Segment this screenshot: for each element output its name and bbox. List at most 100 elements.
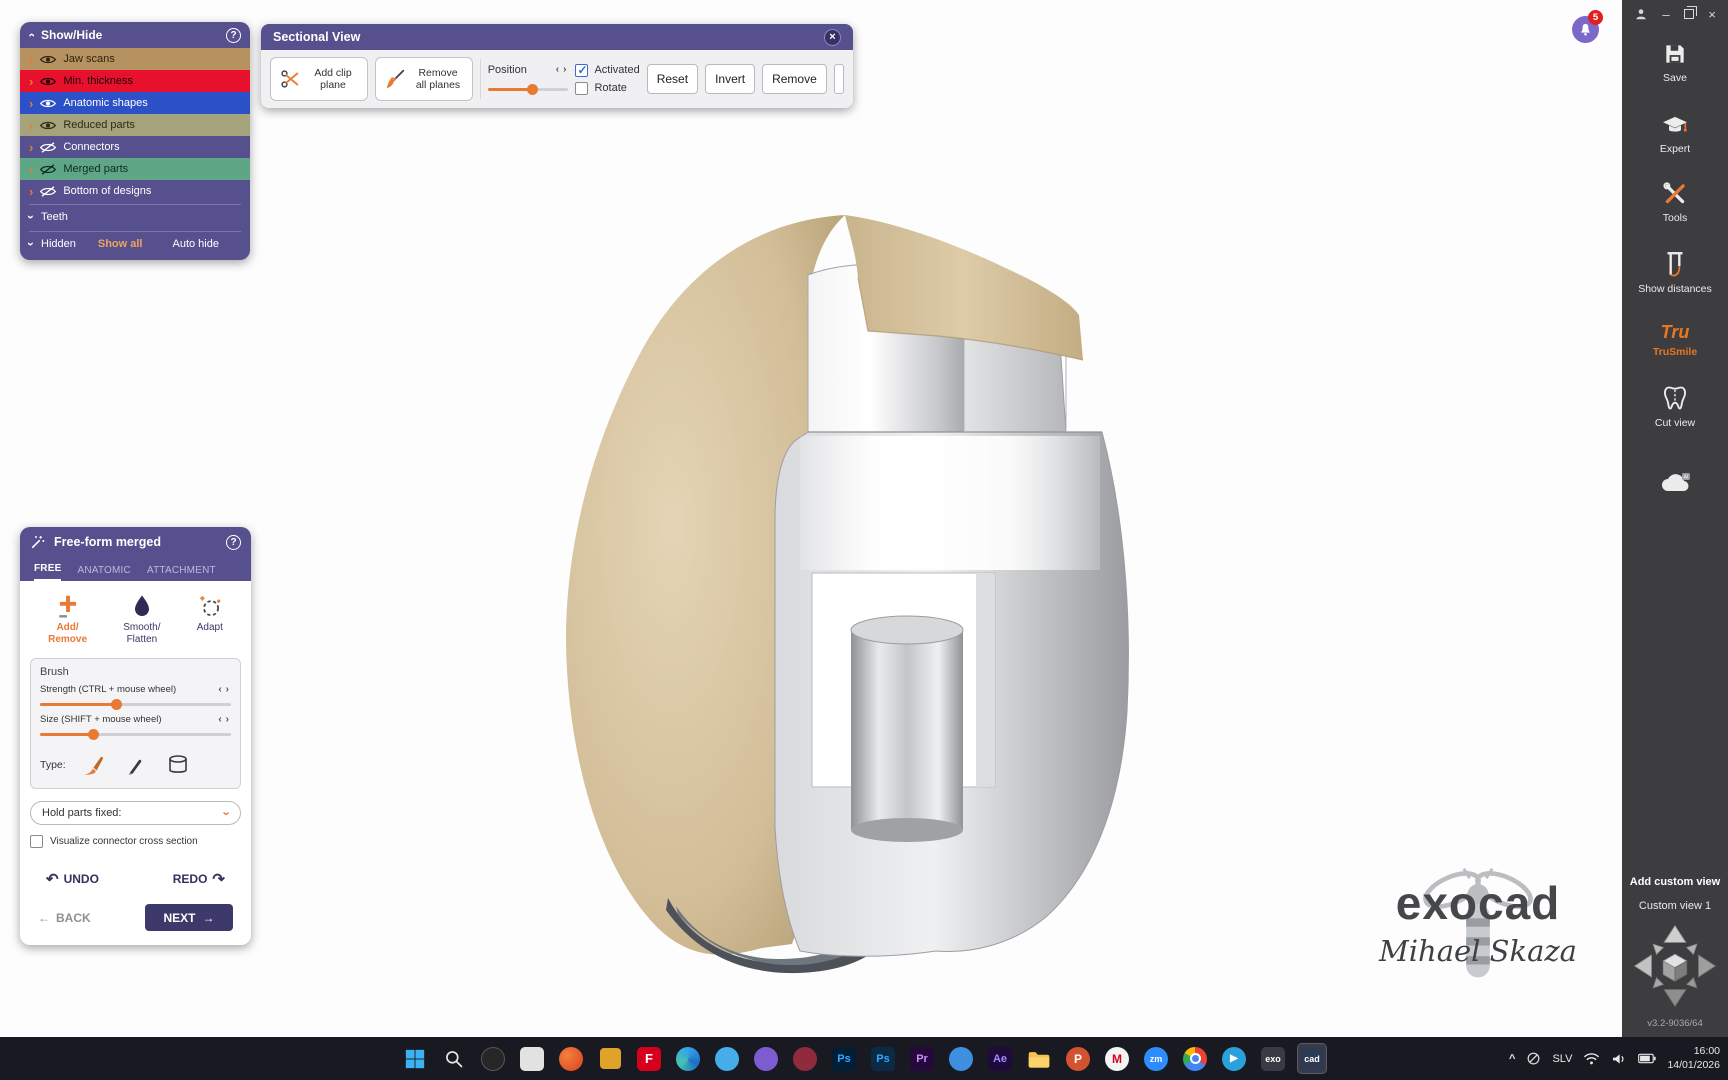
layer-row-reduced-parts[interactable]: › Reduced parts <box>20 114 250 136</box>
trusmile-button[interactable]: Tru TruSmile <box>1653 323 1697 358</box>
position-slider[interactable] <box>488 84 569 95</box>
show-distances-button[interactable]: Show distances <box>1638 250 1712 295</box>
strength-slider[interactable] <box>40 699 231 710</box>
taskbar-app-aftereffects[interactable]: Ae <box>985 1043 1015 1074</box>
visibility-eye-off-icon[interactable] <box>40 186 56 197</box>
tools-button[interactable]: Tools <box>1662 181 1688 224</box>
language-indicator[interactable]: SLV <box>1552 1053 1572 1065</box>
restore-window-button[interactable] <box>1684 9 1694 19</box>
taskbar-app-chrome[interactable] <box>1180 1043 1210 1074</box>
cloud-ai-button[interactable]: AI <box>1660 471 1690 493</box>
taskbar-app-amber[interactable] <box>595 1043 625 1074</box>
custom-view-1-button[interactable]: Custom view 1 <box>1639 900 1711 912</box>
redo-button[interactable]: REDO ↷ <box>173 870 225 888</box>
size-decrease-arrow[interactable]: ‹ <box>216 714 223 725</box>
position-increase-arrow[interactable]: › <box>561 64 568 75</box>
help-button[interactable]: ? <box>226 535 241 550</box>
layer-row-anatomic-shapes[interactable]: › Anatomic shapes <box>20 92 250 114</box>
speaker-icon[interactable] <box>1611 1052 1627 1066</box>
remove-button[interactable]: Remove <box>762 64 827 94</box>
rotate-checkbox[interactable] <box>575 82 588 95</box>
taskbar-app-zoom[interactable]: zm <box>1141 1043 1171 1074</box>
3d-viewport[interactable]: exocad Mihael Skaza 5 › Show/Hide ? › Ja… <box>0 0 1622 1037</box>
brush-type-pen-button[interactable] <box>122 752 150 778</box>
visualize-cross-section-checkbox[interactable] <box>30 835 43 848</box>
next-button[interactable]: NEXT → <box>145 904 233 931</box>
start-button[interactable] <box>400 1043 430 1074</box>
close-window-button[interactable]: × <box>1708 8 1716 21</box>
size-increase-arrow[interactable]: › <box>224 714 231 725</box>
cut-view-button[interactable]: Cut view <box>1655 384 1695 429</box>
size-slider-thumb[interactable] <box>88 729 99 740</box>
expand-chevron-icon[interactable]: › <box>29 119 33 132</box>
expand-chevron-icon[interactable]: › <box>29 97 33 110</box>
brush-type-paintbrush-button[interactable] <box>80 752 108 778</box>
visibility-eye-icon[interactable] <box>40 76 56 87</box>
navigation-gizmo[interactable] <box>1633 924 1717 1008</box>
hold-parts-fixed-dropdown[interactable]: Hold parts fixed: › <box>30 801 241 825</box>
layer-row-connectors[interactable]: › Connectors <box>20 136 250 158</box>
expand-chevron-icon[interactable]: › <box>29 141 33 154</box>
taskbar-app-maroon[interactable] <box>790 1043 820 1074</box>
show-all-button[interactable]: Show all <box>98 238 143 250</box>
expand-chevron-icon[interactable]: › <box>25 215 37 219</box>
visibility-eye-icon[interactable] <box>40 120 56 131</box>
tab-attachment[interactable]: ATTACHMENT <box>147 565 216 581</box>
minimize-window-button[interactable]: – <box>1662 8 1669 21</box>
position-decrease-arrow[interactable]: ‹ <box>554 64 561 75</box>
expand-chevron-icon[interactable]: › <box>25 242 37 246</box>
clock[interactable]: 16:00 14/01/2026 <box>1667 1045 1720 1072</box>
expand-chevron-icon[interactable]: › <box>29 75 33 88</box>
taskbar-app-f[interactable]: F <box>634 1043 664 1074</box>
taskbar-app-media[interactable] <box>478 1043 508 1074</box>
do-not-disturb-icon[interactable] <box>1526 1051 1541 1066</box>
strength-decrease-arrow[interactable]: ‹ <box>216 684 223 695</box>
layer-row-merged-parts[interactable]: › Merged parts <box>20 158 250 180</box>
taskbar-app-explorer[interactable] <box>1024 1043 1054 1074</box>
strength-increase-arrow[interactable]: › <box>224 684 231 695</box>
taskbar-app-photoshop[interactable]: Ps <box>829 1043 859 1074</box>
size-slider[interactable] <box>40 729 231 740</box>
taskbar-app-exocad-active[interactable]: cad <box>1297 1043 1327 1074</box>
taskbar-app-photos[interactable] <box>517 1043 547 1074</box>
add-clip-plane-button[interactable]: Add clip plane <box>270 57 368 101</box>
remove-all-planes-button[interactable]: Remove all planes <box>375 57 473 101</box>
taskbar-app-telegram[interactable]: ▶ <box>1219 1043 1249 1074</box>
reset-button[interactable]: Reset <box>647 64 698 94</box>
save-button[interactable]: Save <box>1662 41 1688 84</box>
back-button[interactable]: ← BACK <box>38 911 91 925</box>
layer-row-jaw-scans[interactable]: › Jaw scans <box>20 48 250 70</box>
layer-row-min-thickness[interactable]: › Min. thickness <box>20 70 250 92</box>
add-custom-view-button[interactable]: Add custom view <box>1630 876 1720 888</box>
hidden-group-label[interactable]: Hidden <box>41 238 76 250</box>
undo-button[interactable]: ↶ UNDO <box>46 870 99 888</box>
position-slider-thumb[interactable] <box>527 84 538 95</box>
taskbar-app-messaging[interactable] <box>712 1043 742 1074</box>
taskbar-app-premiere[interactable]: Pr <box>907 1043 937 1074</box>
tool-add-remove[interactable]: Add/ Remove <box>48 593 87 646</box>
taskbar-app-teams[interactable] <box>946 1043 976 1074</box>
auto-hide-button[interactable]: Auto hide <box>172 238 218 250</box>
tool-smooth-flatten[interactable]: Smooth/ Flatten <box>123 593 160 646</box>
wifi-icon[interactable] <box>1583 1052 1600 1066</box>
toolbar-handle-button[interactable] <box>834 64 844 94</box>
expand-chevron-icon[interactable]: › <box>29 53 33 66</box>
taskbar-app-viber[interactable] <box>751 1043 781 1074</box>
visibility-eye-off-icon[interactable] <box>40 142 56 153</box>
collapse-chevron-icon[interactable]: › <box>25 33 37 37</box>
notification-bell-button[interactable]: 5 <box>1572 16 1599 43</box>
tab-free[interactable]: FREE <box>34 563 61 581</box>
visibility-eye-off-icon[interactable] <box>40 164 56 175</box>
taskbar-app-mail[interactable]: M <box>1102 1043 1132 1074</box>
taskbar-app-edge[interactable] <box>673 1043 703 1074</box>
tray-expand-chevron[interactable]: ^ <box>1509 1053 1515 1065</box>
tab-anatomic[interactable]: ANATOMIC <box>77 565 130 581</box>
activated-checkbox[interactable] <box>575 64 588 77</box>
expand-chevron-icon[interactable]: › <box>29 163 33 176</box>
expert-button[interactable]: Expert <box>1660 112 1690 155</box>
help-button[interactable]: ? <box>226 28 241 43</box>
visibility-eye-icon[interactable] <box>40 54 56 65</box>
expand-chevron-icon[interactable]: › <box>29 185 33 198</box>
visibility-eye-icon[interactable] <box>40 98 56 109</box>
teeth-group-row[interactable]: › Teeth <box>20 205 250 229</box>
